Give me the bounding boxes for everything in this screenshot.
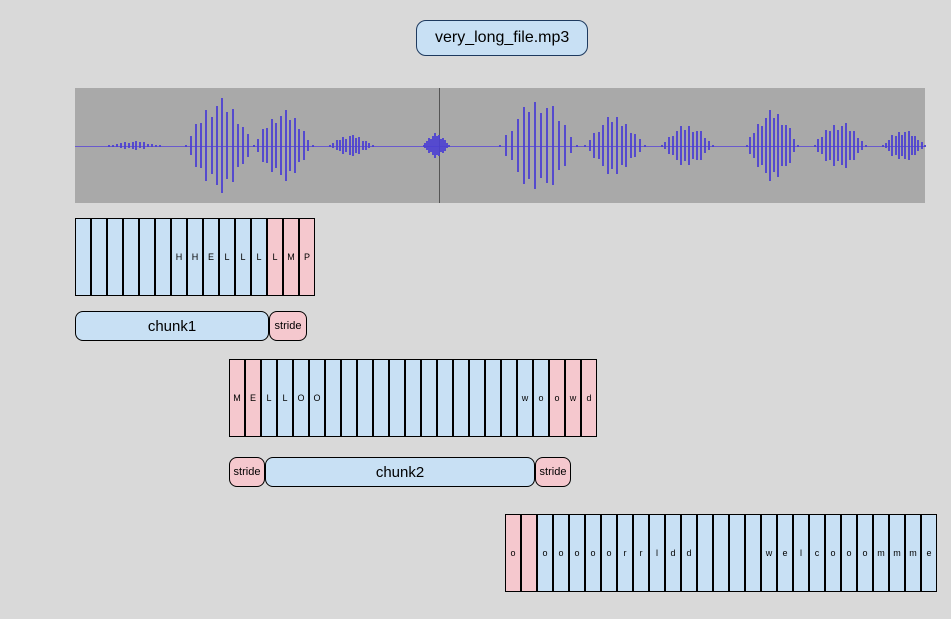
token-cell: [501, 359, 517, 437]
file-name-text: very_long_file.mp3: [435, 29, 569, 46]
token-cell: [729, 514, 745, 592]
token-cell: r: [617, 514, 633, 592]
token-row: MELLOOwoowd: [229, 359, 597, 437]
token-cell-stride: [521, 514, 537, 592]
token-cell: [155, 218, 171, 296]
waveform-burst: [109, 88, 160, 203]
token-cell: O: [293, 359, 309, 437]
token-cell: L: [251, 218, 267, 296]
stride-label: stride: [269, 311, 307, 341]
token-cell: o: [553, 514, 569, 592]
token-cell-stride: o: [505, 514, 521, 592]
token-cell: e: [777, 514, 793, 592]
token-cell-stride: M: [229, 359, 245, 437]
token-cell: r: [633, 514, 649, 592]
chunk-label-row: stridechunk2stride: [229, 457, 571, 487]
token-cell: [437, 359, 453, 437]
token-cell-stride: M: [283, 218, 299, 296]
token-cell: L: [261, 359, 277, 437]
waveform-burst: [747, 88, 798, 203]
token-cell: [139, 218, 155, 296]
waveform-burst: [662, 88, 713, 203]
token-cell: H: [171, 218, 187, 296]
token-cell: m: [905, 514, 921, 592]
token-cell: o: [841, 514, 857, 592]
waveform: [75, 88, 925, 203]
token-cell: w: [517, 359, 533, 437]
token-cell: O: [309, 359, 325, 437]
waveform-burst: [424, 88, 450, 203]
token-cell: m: [873, 514, 889, 592]
token-cell: e: [921, 514, 937, 592]
token-cell: [107, 218, 123, 296]
token-cell: [713, 514, 729, 592]
chunk-label-row: chunk1stride: [75, 311, 307, 341]
waveform-burst: [883, 88, 926, 203]
token-row: HHELLLLMP: [75, 218, 315, 296]
token-cell: o: [537, 514, 553, 592]
waveform-burst: [500, 88, 577, 203]
token-cell-stride: P: [299, 218, 315, 296]
token-cell: l: [793, 514, 809, 592]
token-cell: [75, 218, 91, 296]
token-cell-stride: w: [565, 359, 581, 437]
token-cell: [453, 359, 469, 437]
token-cell: o: [601, 514, 617, 592]
token-cell: [485, 359, 501, 437]
chunk-label: chunk1: [75, 311, 269, 341]
token-cell-stride: E: [245, 359, 261, 437]
waveform-burst: [585, 88, 645, 203]
token-cell: L: [219, 218, 235, 296]
token-cell: [389, 359, 405, 437]
token-cell: m: [889, 514, 905, 592]
waveform-burst: [254, 88, 314, 203]
token-cell: o: [585, 514, 601, 592]
token-cell: o: [825, 514, 841, 592]
token-cell-stride: L: [267, 218, 283, 296]
token-cell: [745, 514, 761, 592]
token-cell: H: [187, 218, 203, 296]
waveform-burst: [330, 88, 373, 203]
token-cell: o: [569, 514, 585, 592]
token-cell: d: [681, 514, 697, 592]
stride-label: stride: [535, 457, 571, 487]
token-cell: [373, 359, 389, 437]
token-cell: L: [277, 359, 293, 437]
token-cell: c: [809, 514, 825, 592]
chunk-label: chunk2: [265, 457, 535, 487]
token-cell: d: [665, 514, 681, 592]
token-cell: L: [235, 218, 251, 296]
token-cell: [357, 359, 373, 437]
token-cell: [325, 359, 341, 437]
token-cell: [405, 359, 421, 437]
stride-label: stride: [229, 457, 265, 487]
token-row: oooooorrlddwelcooommme: [505, 514, 937, 592]
token-cell: [421, 359, 437, 437]
file-name-badge: very_long_file.mp3: [416, 20, 588, 56]
token-cell: [469, 359, 485, 437]
token-cell: o: [857, 514, 873, 592]
token-cell: [91, 218, 107, 296]
token-cell-stride: d: [581, 359, 597, 437]
waveform-burst: [815, 88, 866, 203]
token-cell: w: [761, 514, 777, 592]
token-cell: l: [649, 514, 665, 592]
token-cell: E: [203, 218, 219, 296]
token-cell: [697, 514, 713, 592]
token-cell: [341, 359, 357, 437]
token-cell: o: [533, 359, 549, 437]
token-cell-stride: o: [549, 359, 565, 437]
token-cell: [123, 218, 139, 296]
waveform-burst: [186, 88, 254, 203]
